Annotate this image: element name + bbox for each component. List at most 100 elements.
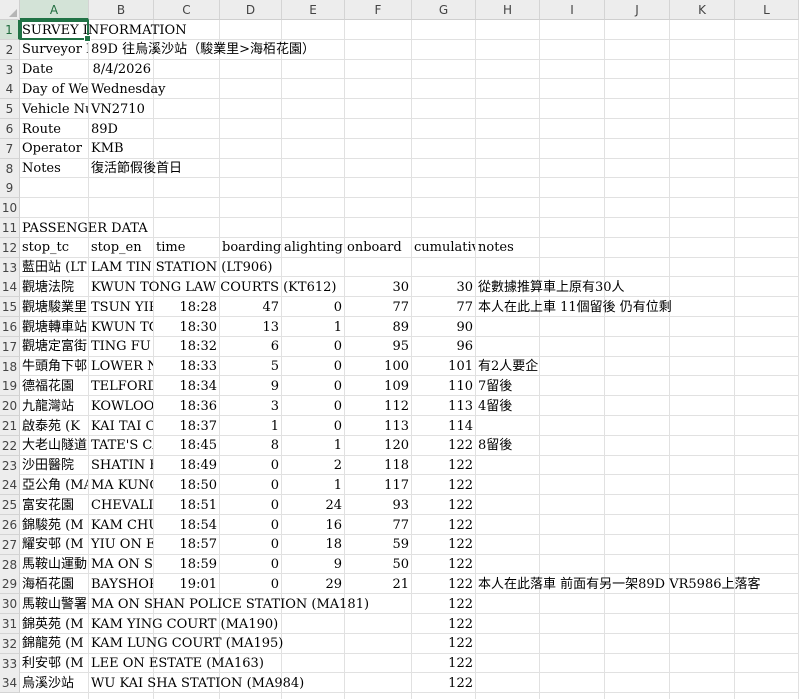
row-header-5[interactable]: 5 (0, 99, 20, 120)
cell-c25[interactable]: 18:51 (154, 496, 219, 515)
cell-a24[interactable]: 亞公角 (MA (20, 476, 88, 495)
cell-e29[interactable]: 29 (282, 575, 344, 594)
cell-c23[interactable]: 18:49 (154, 456, 219, 475)
cell-a23[interactable]: 沙田醫院 (20, 456, 88, 475)
cell-c22[interactable]: 18:45 (154, 436, 219, 455)
cell-c18[interactable]: 18:33 (154, 357, 219, 376)
row-header-11[interactable]: 11 (0, 218, 20, 238)
cell-f21[interactable]: 113 (345, 417, 411, 436)
cell-e27[interactable]: 18 (282, 535, 344, 554)
cell-c29[interactable]: 19:01 (154, 575, 219, 594)
cell-g12[interactable]: cumulative_ (412, 238, 475, 257)
row-header-29[interactable]: 29 (0, 574, 20, 595)
row-header-18[interactable]: 18 (0, 356, 20, 377)
cell-a4[interactable]: Day of Wee (20, 80, 88, 99)
cell-h14[interactable]: 從數據推算車上原有30人 (476, 278, 627, 297)
cell-g21[interactable]: 114 (412, 417, 475, 436)
cell-h29[interactable]: 本人在此落車 前面有另一架89D VR5986上落客 (476, 575, 763, 594)
cell-a29[interactable]: 海栢花園 (20, 575, 88, 594)
cell-b26[interactable]: KAM CHU (89, 516, 153, 535)
cell-g18[interactable]: 101 (412, 357, 475, 376)
cell-a8[interactable]: Notes (20, 159, 88, 178)
cell-c17[interactable]: 18:32 (154, 337, 219, 356)
cell-f23[interactable]: 118 (345, 456, 411, 475)
cell-e25[interactable]: 24 (282, 496, 344, 515)
cell-g20[interactable]: 113 (412, 397, 475, 416)
column-header-d[interactable]: D (220, 0, 282, 20)
column-header-i[interactable]: I (540, 0, 605, 20)
cell-f16[interactable]: 89 (345, 318, 411, 337)
cell-e19[interactable]: 0 (282, 377, 344, 396)
cell-e12[interactable]: alighting (282, 238, 344, 257)
cell-f28[interactable]: 50 (345, 555, 411, 574)
column-header-b[interactable]: B (89, 0, 154, 20)
row-header-16[interactable]: 16 (0, 317, 20, 337)
row-header-3[interactable]: 3 (0, 59, 20, 80)
cell-d16[interactable]: 13 (220, 318, 281, 337)
row-header-6[interactable]: 6 (0, 119, 20, 139)
cell-a19[interactable]: 德福花園 (20, 377, 88, 396)
cell-d19[interactable]: 9 (220, 377, 281, 396)
cell-b4[interactable]: Wednesday (89, 80, 167, 99)
row-header-23[interactable]: 23 (0, 455, 20, 476)
row-header-27[interactable]: 27 (0, 534, 20, 555)
cell-a22[interactable]: 大老山隧道 (20, 436, 88, 455)
row-header-13[interactable]: 13 (0, 257, 20, 278)
cell-f18[interactable]: 100 (345, 357, 411, 376)
cell-a15[interactable]: 觀塘駿業里 (20, 298, 88, 317)
cell-b32[interactable]: KAM LUNG COURT (MA195) (89, 634, 285, 653)
cell-a17[interactable]: 觀塘定富街 (20, 337, 88, 356)
row-header-31[interactable]: 31 (0, 614, 20, 634)
cell-b14[interactable]: KWUN TONG LAW COURTS (KT612) (89, 278, 338, 297)
cell-c12[interactable]: time (154, 238, 219, 257)
row-header-34[interactable]: 34 (0, 673, 20, 694)
cell-d27[interactable]: 0 (220, 535, 281, 554)
cell-b34[interactable]: WU KAI SHA STATION (MA984) (89, 674, 306, 693)
cell-d21[interactable]: 1 (220, 417, 281, 436)
cell-c26[interactable]: 18:54 (154, 516, 219, 535)
cell-c28[interactable]: 18:59 (154, 555, 219, 574)
cell-a27[interactable]: 耀安邨 (M (20, 535, 88, 554)
cell-f27[interactable]: 59 (345, 535, 411, 554)
cell-c24[interactable]: 18:50 (154, 476, 219, 495)
cell-g33[interactable]: 122 (412, 654, 475, 673)
cell-b7[interactable]: KMB (89, 139, 153, 158)
cell-f25[interactable]: 93 (345, 496, 411, 515)
row-header-2[interactable]: 2 (0, 39, 20, 60)
cell-c27[interactable]: 18:57 (154, 535, 219, 554)
cell-g22[interactable]: 122 (412, 436, 475, 455)
cell-h12[interactable]: notes (476, 238, 539, 257)
cell-g15[interactable]: 77 (412, 298, 475, 317)
cell-b19[interactable]: TELFORD (89, 377, 153, 396)
cell-b22[interactable]: TATE'S CA (89, 436, 153, 455)
cell-a26[interactable]: 錦駿苑 (M (20, 516, 88, 535)
cell-c19[interactable]: 18:34 (154, 377, 219, 396)
cell-f19[interactable]: 109 (345, 377, 411, 396)
cell-a3[interactable]: Date (20, 60, 88, 79)
cell-e16[interactable]: 1 (282, 318, 344, 337)
cell-g27[interactable]: 122 (412, 535, 475, 554)
cell-d26[interactable]: 0 (220, 516, 281, 535)
cell-a30[interactable]: 馬鞍山警署 (20, 595, 88, 614)
cell-g30[interactable]: 122 (412, 595, 475, 614)
cell-b8[interactable]: 復活節假後首日 (89, 159, 184, 178)
row-header-33[interactable]: 33 (0, 653, 20, 674)
cell-a28[interactable]: 馬鞍山運動 (20, 555, 88, 574)
cell-g25[interactable]: 122 (412, 496, 475, 515)
cell-d20[interactable]: 3 (220, 397, 281, 416)
cell-f15[interactable]: 77 (345, 298, 411, 317)
row-header-7[interactable]: 7 (0, 138, 20, 159)
cell-a20[interactable]: 九龍灣站 (20, 397, 88, 416)
cell-d28[interactable]: 0 (220, 555, 281, 574)
row-header-12[interactable]: 12 (0, 237, 20, 258)
cell-f12[interactable]: onboard (345, 238, 411, 257)
row-header-30[interactable]: 30 (0, 594, 20, 615)
cell-g32[interactable]: 122 (412, 634, 475, 653)
row-header-32[interactable]: 32 (0, 633, 20, 654)
cell-b3[interactable]: 8/4/2026 (89, 60, 153, 79)
cell-b23[interactable]: SHATIN H (89, 456, 153, 475)
row-header-28[interactable]: 28 (0, 554, 20, 575)
cell-e24[interactable]: 1 (282, 476, 344, 495)
cell-b5[interactable]: VN2710 (89, 100, 153, 119)
column-header-l[interactable]: L (735, 0, 799, 20)
